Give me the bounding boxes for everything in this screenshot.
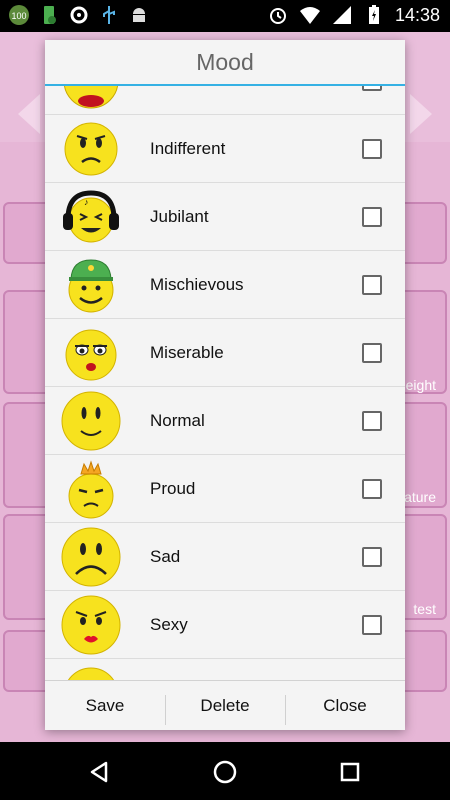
previous-arrow-icon [18, 94, 40, 134]
mood-checkbox[interactable] [362, 207, 382, 227]
next-arrow-icon [410, 94, 432, 134]
list-item[interactable]: Indifferent [45, 115, 405, 183]
usb-icon [98, 4, 120, 26]
clock: 14:38 [394, 4, 440, 25]
list-item-label: Mischievous [150, 275, 244, 294]
navigation-bar [0, 742, 450, 800]
sexy-lips-emoji-icon [61, 595, 121, 655]
mood-checkbox[interactable] [362, 139, 382, 159]
battery-100-icon: 100 [8, 4, 30, 26]
proud-crown-emoji-icon [68, 460, 114, 519]
sad-emoji-icon [61, 527, 121, 587]
mood-list[interactable]: Indifferent ♪ Jubilant Mischievous Miser… [45, 86, 405, 680]
close-button[interactable]: Close [285, 681, 405, 730]
mood-checkbox[interactable] [362, 343, 382, 363]
mood-checkbox[interactable] [362, 547, 382, 567]
list-item[interactable]: Mischievous [45, 251, 405, 319]
recents-button[interactable] [335, 757, 365, 787]
sync-icon [68, 4, 90, 26]
list-item-label: Indifferent [150, 139, 226, 158]
mood-dialog: Mood Indifferent ♪ Jubilant Mischievous … [45, 40, 405, 730]
jubilant-headphones-emoji-icon: ♪ [63, 190, 119, 243]
list-item[interactable]: Normal [45, 387, 405, 455]
background-label: test [413, 601, 436, 617]
partial-emoji-icon [67, 667, 115, 680]
mood-checkbox[interactable] [362, 479, 382, 499]
status-left-icons: 100 [8, 4, 150, 26]
list-item[interactable]: Sad [45, 523, 405, 591]
normal-smile-emoji-icon [61, 391, 121, 451]
back-icon [90, 761, 108, 783]
background-label: ature [404, 489, 436, 505]
dialog-title: Mood [45, 40, 405, 86]
signal-icon [331, 4, 353, 26]
mischievous-cap-emoji-icon [68, 259, 114, 313]
list-item-label: Normal [150, 411, 205, 430]
list-item[interactable]: ♪ Jubilant [45, 183, 405, 251]
list-item-label: Jubilant [150, 207, 209, 226]
mood-checkbox[interactable] [362, 411, 382, 431]
delete-button[interactable]: Delete [165, 681, 285, 730]
status-bar: 100 14:38 [0, 0, 450, 32]
list-item[interactable]: Proud [45, 455, 405, 523]
home-icon [213, 760, 237, 784]
list-item[interactable] [45, 659, 405, 680]
list-item-label: Sexy [150, 615, 188, 634]
wifi-icon [299, 4, 321, 26]
recents-icon [340, 762, 360, 782]
dialog-actions: Save Delete Close [45, 680, 405, 730]
partial-emoji-icon [63, 86, 119, 109]
status-right-icons: 14:38 [267, 4, 440, 26]
mood-checkbox[interactable] [362, 615, 382, 635]
list-item-label: Sad [150, 547, 181, 566]
svg-text:100: 100 [11, 11, 26, 21]
list-item[interactable] [45, 86, 405, 115]
android-debug-icon [128, 4, 150, 26]
save-button[interactable]: Save [45, 681, 165, 730]
battery-icon [363, 4, 385, 26]
list-item-label: Miserable [150, 343, 224, 362]
home-button[interactable] [210, 757, 240, 787]
mood-list-inner: Indifferent ♪ Jubilant Mischievous Miser… [45, 86, 405, 680]
back-button[interactable] [84, 757, 114, 787]
miserable-emoji-icon [65, 329, 117, 381]
battery-saver-icon [38, 4, 60, 26]
list-item[interactable]: Miserable [45, 319, 405, 387]
alarm-icon [267, 4, 289, 26]
indifferent-emoji-icon [64, 122, 118, 176]
list-item-label: Proud [150, 479, 196, 498]
mood-checkbox[interactable] [362, 86, 382, 91]
background-label: eight [405, 377, 436, 393]
list-item[interactable]: Sexy [45, 591, 405, 659]
svg-text:♪: ♪ [84, 197, 89, 207]
mood-checkbox[interactable] [362, 275, 382, 295]
